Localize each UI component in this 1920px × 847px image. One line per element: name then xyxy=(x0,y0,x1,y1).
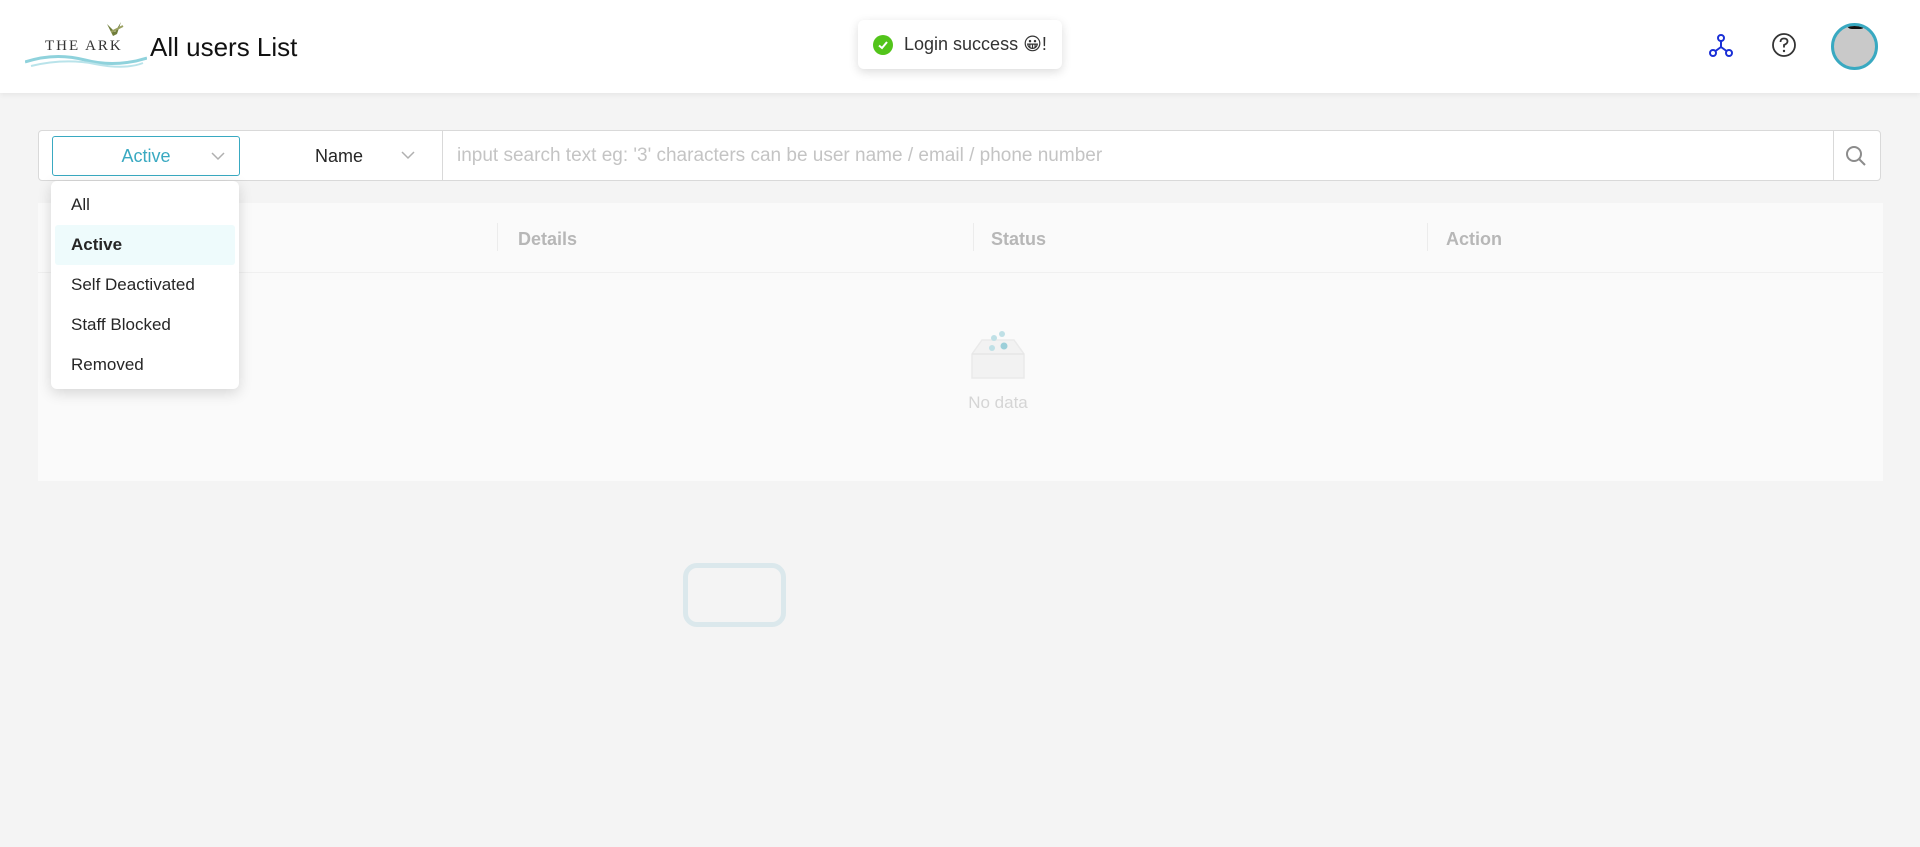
dropdown-option-all[interactable]: All xyxy=(55,185,235,225)
loading-placeholder xyxy=(683,563,786,627)
status-select[interactable]: Active xyxy=(52,136,240,176)
column-header-status: Status xyxy=(991,229,1047,249)
check-circle-icon xyxy=(873,34,893,55)
search-input[interactable] xyxy=(442,131,1834,180)
column-divider xyxy=(497,223,498,251)
network-icon[interactable] xyxy=(1707,31,1735,59)
ark-logo[interactable]: THE ARK xyxy=(24,18,148,70)
column-header-action: Action xyxy=(1446,229,1502,249)
status-select-value: Active xyxy=(121,145,171,166)
avatar[interactable] xyxy=(1831,23,1878,70)
field-select[interactable]: Name xyxy=(249,136,429,176)
column-divider xyxy=(1427,223,1428,251)
dropdown-option-active[interactable]: Active xyxy=(55,225,235,265)
toast-message: Login success 😀! xyxy=(904,34,1047,54)
login-toast: Login success 😀! xyxy=(858,20,1062,69)
field-select-value: Name xyxy=(314,145,363,166)
column-header-details: Details xyxy=(518,229,578,249)
search-icon xyxy=(1846,145,1866,166)
users-table: Details Status Action No data xyxy=(38,203,1883,481)
column-divider xyxy=(973,223,974,251)
status-dropdown: All Active Self Deactivated Staff Blocke… xyxy=(51,181,239,389)
chevron-down-icon xyxy=(211,152,225,161)
search-button[interactable] xyxy=(1832,131,1880,180)
filter-bar: Active Name xyxy=(38,130,1881,181)
top-header: THE ARK All users List Login success 😀! xyxy=(0,0,1920,93)
logo-text: THE ARK xyxy=(45,38,123,54)
page-title: All users List xyxy=(150,32,298,62)
empty-state: No data xyxy=(928,328,1068,413)
table-header: Details Status Action xyxy=(38,203,1883,273)
dropdown-option-staff-blocked[interactable]: Staff Blocked xyxy=(55,305,235,345)
dropdown-option-self-deactivated[interactable]: Self Deactivated xyxy=(55,265,235,305)
empty-box-icon xyxy=(971,331,1025,379)
help-icon[interactable] xyxy=(1770,31,1798,59)
chevron-down-icon xyxy=(401,151,415,160)
empty-text: No data xyxy=(968,393,1028,412)
dropdown-option-removed[interactable]: Removed xyxy=(55,345,235,385)
